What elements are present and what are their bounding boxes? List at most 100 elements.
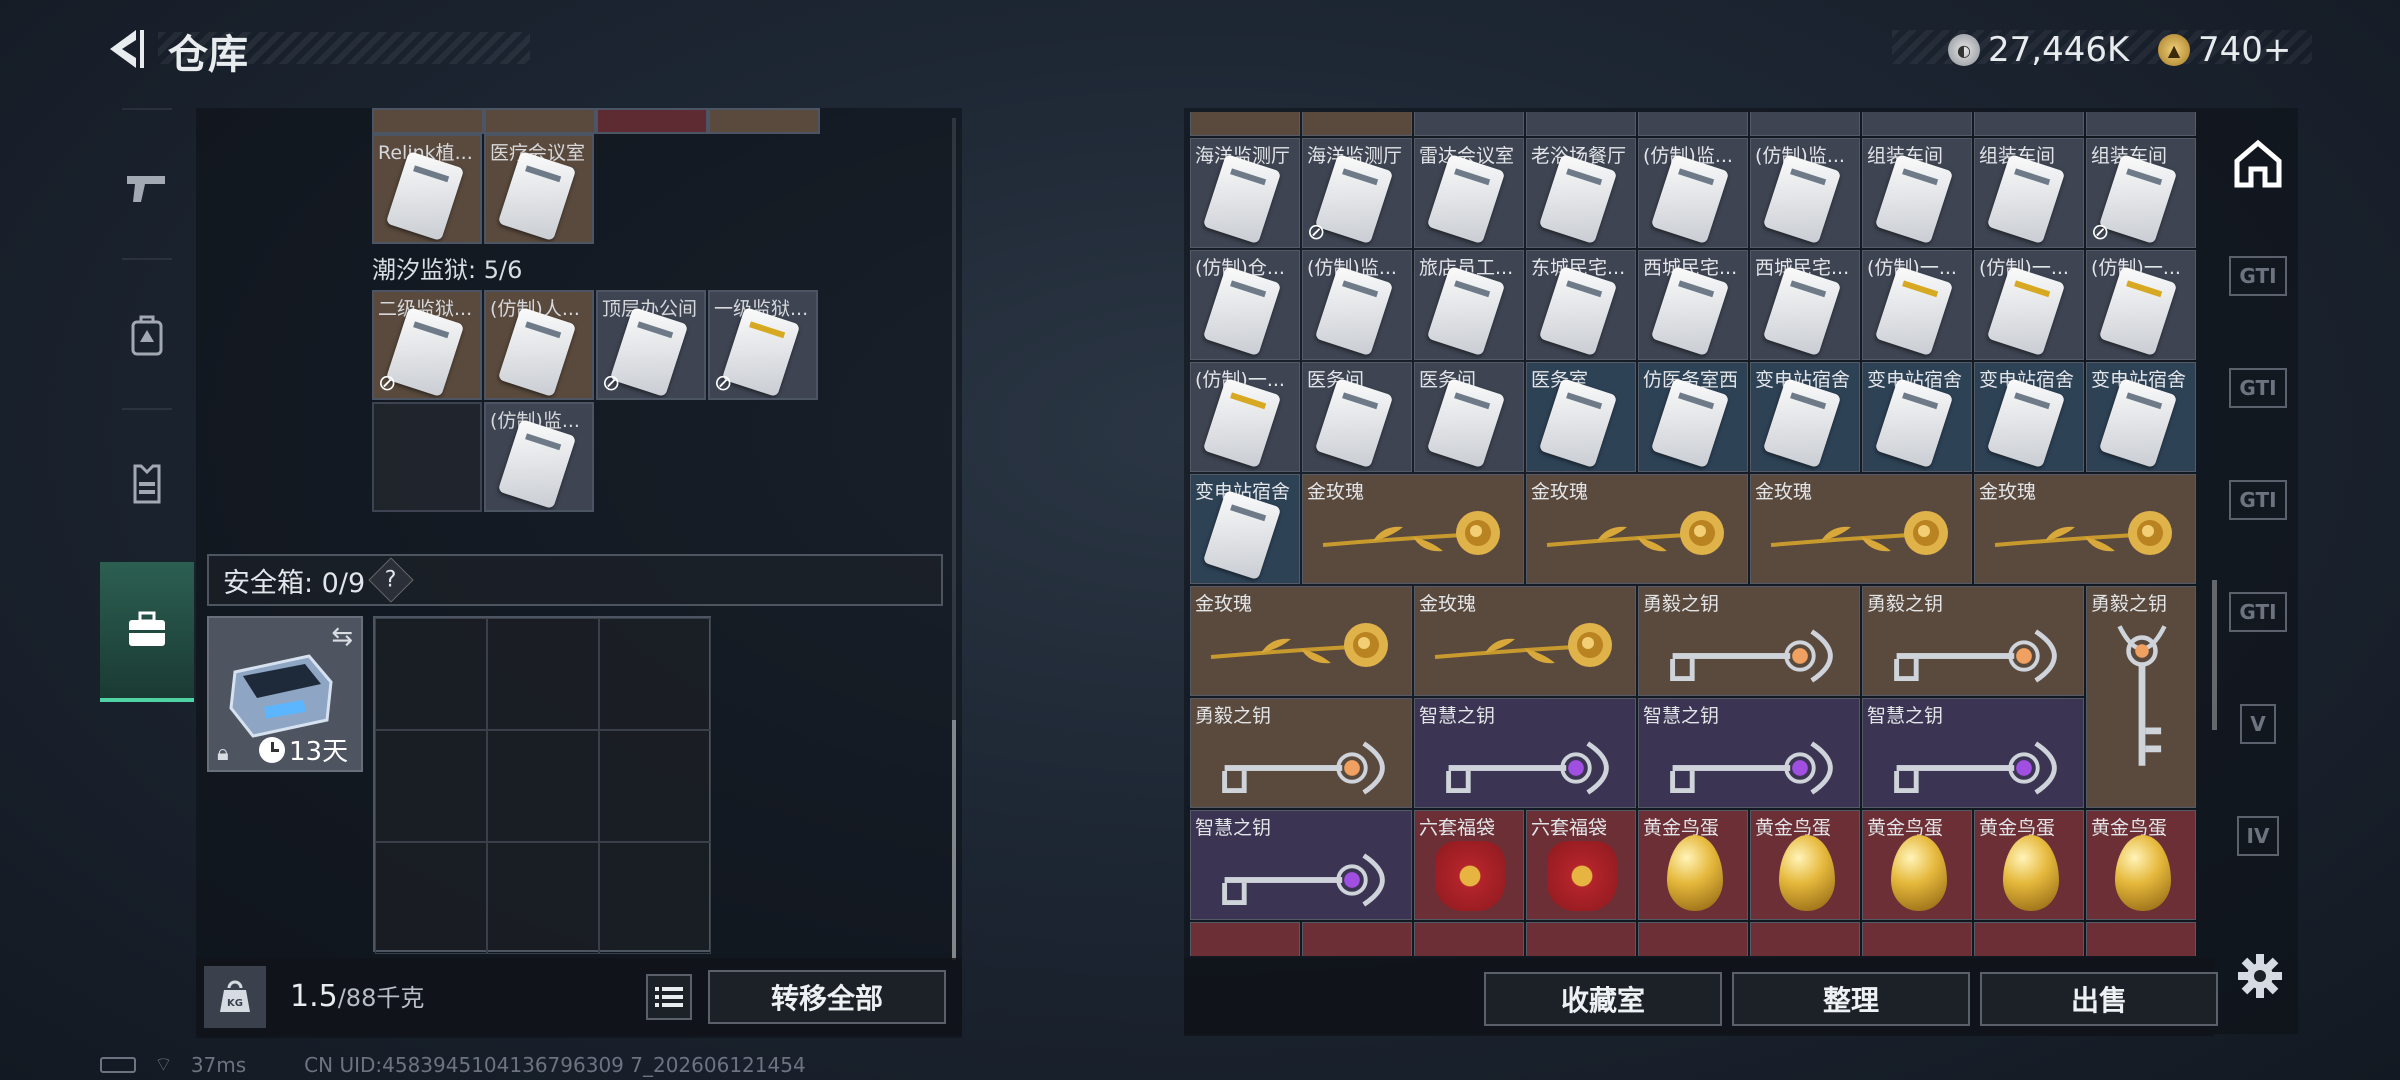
swap-icon[interactable]: ⇆	[331, 622, 353, 652]
stash-item[interactable]: (仿制)一...	[2086, 249, 2196, 360]
keycard-item[interactable]: (仿制)人...	[484, 290, 594, 400]
stash-item[interactable]: 雷达会议室	[1414, 137, 1524, 248]
stash-item[interactable]	[1190, 112, 1300, 136]
tab-storage-6[interactable]: IV	[2218, 780, 2298, 892]
stash-item[interactable]: 东城民宅...	[1526, 249, 1636, 360]
stash-item[interactable]: 黄金鸟蛋	[1974, 809, 2084, 920]
sell-button[interactable]: 出售	[1980, 972, 2218, 1026]
stash-item[interactable]: 西城民宅...	[1750, 249, 1860, 360]
keycard-item[interactable]: 一级监狱... ⊘	[708, 290, 818, 400]
keycard-item[interactable]: 医疗会议室	[484, 134, 594, 244]
stash-item[interactable]: (仿制)一...	[1190, 361, 1300, 472]
stash-item[interactable]: (仿制)监...	[1638, 137, 1748, 248]
stash-item[interactable]: 变电站宿舍	[2086, 361, 2196, 472]
tab-storage-5[interactable]: V	[2218, 668, 2298, 780]
stash-item[interactable]: 黄金鸟蛋	[1638, 809, 1748, 920]
stash-item[interactable]	[1862, 112, 1972, 136]
stash-item[interactable]	[1526, 921, 1636, 956]
tab-home[interactable]	[2218, 108, 2298, 220]
safe-box-item[interactable]: ⇆ 🔒︎ 13天	[207, 616, 363, 772]
tab-storage-3[interactable]: GTI	[2218, 444, 2298, 556]
empty-slot[interactable]	[375, 842, 487, 954]
stash-item[interactable]: 金玫瑰	[1974, 473, 2196, 584]
stash-item[interactable]: 勇毅之钥	[2086, 585, 2196, 808]
stash-item[interactable]: 六套福袋	[1414, 809, 1524, 920]
empty-slot[interactable]	[487, 730, 599, 842]
transfer-all-button[interactable]: 转移全部	[708, 970, 946, 1024]
stash-item[interactable]: 医务间	[1414, 361, 1524, 472]
stash-item[interactable]: 变电站宿舍	[1190, 473, 1300, 584]
stash-scrollbar-thumb[interactable]	[2212, 580, 2217, 730]
stash-item[interactable]: 勇毅之钥	[1190, 697, 1412, 808]
back-button[interactable]	[100, 24, 150, 74]
stash-item[interactable]	[1750, 112, 1860, 136]
keycard-item[interactable]: 二级监狱... ⊘	[372, 290, 482, 400]
keycard-item[interactable]: Relink植...	[372, 134, 482, 244]
stash-item[interactable]: 西城民宅...	[1638, 249, 1748, 360]
stash-item[interactable]: 金玫瑰	[1302, 473, 1524, 584]
stash-item[interactable]: 黄金鸟蛋	[2086, 809, 2196, 920]
nav-armor[interactable]	[100, 414, 194, 554]
stash-item[interactable]	[1638, 112, 1748, 136]
stash-item[interactable]: 仿医务室西	[1638, 361, 1748, 472]
stash-item[interactable]: 医务间	[1302, 361, 1412, 472]
keycard-item[interactable]: (仿制)监...	[484, 402, 594, 512]
token-currency[interactable]: ▲ 740+	[2158, 30, 2291, 70]
empty-slot[interactable]	[372, 402, 482, 512]
stash-item[interactable]: 金玫瑰	[1526, 473, 1748, 584]
stash-item[interactable]	[1414, 921, 1524, 956]
stash-item[interactable]: 组装车间	[1974, 137, 2084, 248]
stash-item[interactable]	[2086, 921, 2196, 956]
empty-slot[interactable]	[599, 618, 711, 730]
empty-slot[interactable]	[599, 842, 711, 954]
stash-item[interactable]	[1526, 112, 1636, 136]
stash-item[interactable]: (仿制)一...	[1862, 249, 1972, 360]
stash-item[interactable]	[1190, 921, 1300, 956]
nav-weapons[interactable]	[100, 118, 194, 258]
tab-storage-2[interactable]: GTI	[2218, 332, 2298, 444]
stash-item[interactable]: 六套福袋	[1526, 809, 1636, 920]
stash-item[interactable]	[1414, 112, 1524, 136]
stash-item[interactable]: 变电站宿舍	[1862, 361, 1972, 472]
stash-item[interactable]	[1974, 112, 2084, 136]
weight-button[interactable]: KG	[204, 966, 266, 1028]
stash-item[interactable]: (仿制)一...	[1974, 249, 2084, 360]
stash-item[interactable]: 勇毅之钥	[1638, 585, 1860, 696]
stash-item[interactable]: 金玫瑰	[1190, 585, 1412, 696]
stash-item[interactable]: 智慧之钥	[1638, 697, 1860, 808]
empty-slot[interactable]	[487, 842, 599, 954]
empty-slot[interactable]	[599, 730, 711, 842]
tab-storage-1[interactable]: GTI	[2218, 220, 2298, 332]
tab-storage-4[interactable]: GTI	[2218, 556, 2298, 668]
stash-item[interactable]	[1302, 112, 1412, 136]
stash-item[interactable]: 组装车间	[1862, 137, 1972, 248]
stash-item[interactable]: 医务室	[1526, 361, 1636, 472]
collection-room-button[interactable]: 收藏室	[1484, 972, 1722, 1026]
stash-item[interactable]: (仿制)仓...	[1190, 249, 1300, 360]
stash-item[interactable]: 海洋监测厅	[1190, 137, 1300, 248]
stash-item[interactable]	[1750, 921, 1860, 956]
stash-item[interactable]: (仿制)监...	[1750, 137, 1860, 248]
stash-item[interactable]: 智慧之钥	[1862, 697, 2084, 808]
stash-item[interactable]: 黄金鸟蛋	[1862, 809, 1972, 920]
stash-item[interactable]	[2086, 112, 2196, 136]
stash-item[interactable]: 变电站宿舍	[1974, 361, 2084, 472]
empty-slot[interactable]	[487, 618, 599, 730]
stash-item[interactable]: 海洋监测厅 ⊘	[1302, 137, 1412, 248]
nav-backpack[interactable]	[100, 266, 194, 406]
organize-button[interactable]: 整理	[1732, 972, 1970, 1026]
stash-item[interactable]	[1974, 921, 2084, 956]
left-scrollbar-thumb[interactable]	[952, 720, 956, 960]
stash-item[interactable]: 金玫瑰	[1750, 473, 1972, 584]
stash-item[interactable]: 旅店员工...	[1414, 249, 1524, 360]
settings-button[interactable]	[2236, 952, 2284, 1000]
empty-slot[interactable]	[375, 618, 487, 730]
stash-item[interactable]: 组装车间⊘	[2086, 137, 2196, 248]
stash-item[interactable]: 黄金鸟蛋	[1750, 809, 1860, 920]
help-button[interactable]: ?	[368, 557, 414, 603]
stash-item[interactable]: 智慧之钥	[1414, 697, 1636, 808]
list-view-button[interactable]	[646, 974, 692, 1020]
stash-item[interactable]: 金玫瑰	[1414, 585, 1636, 696]
stash-item[interactable]: 变电站宿舍	[1750, 361, 1860, 472]
keycard-item[interactable]: 顶层办公间 ⊘	[596, 290, 706, 400]
